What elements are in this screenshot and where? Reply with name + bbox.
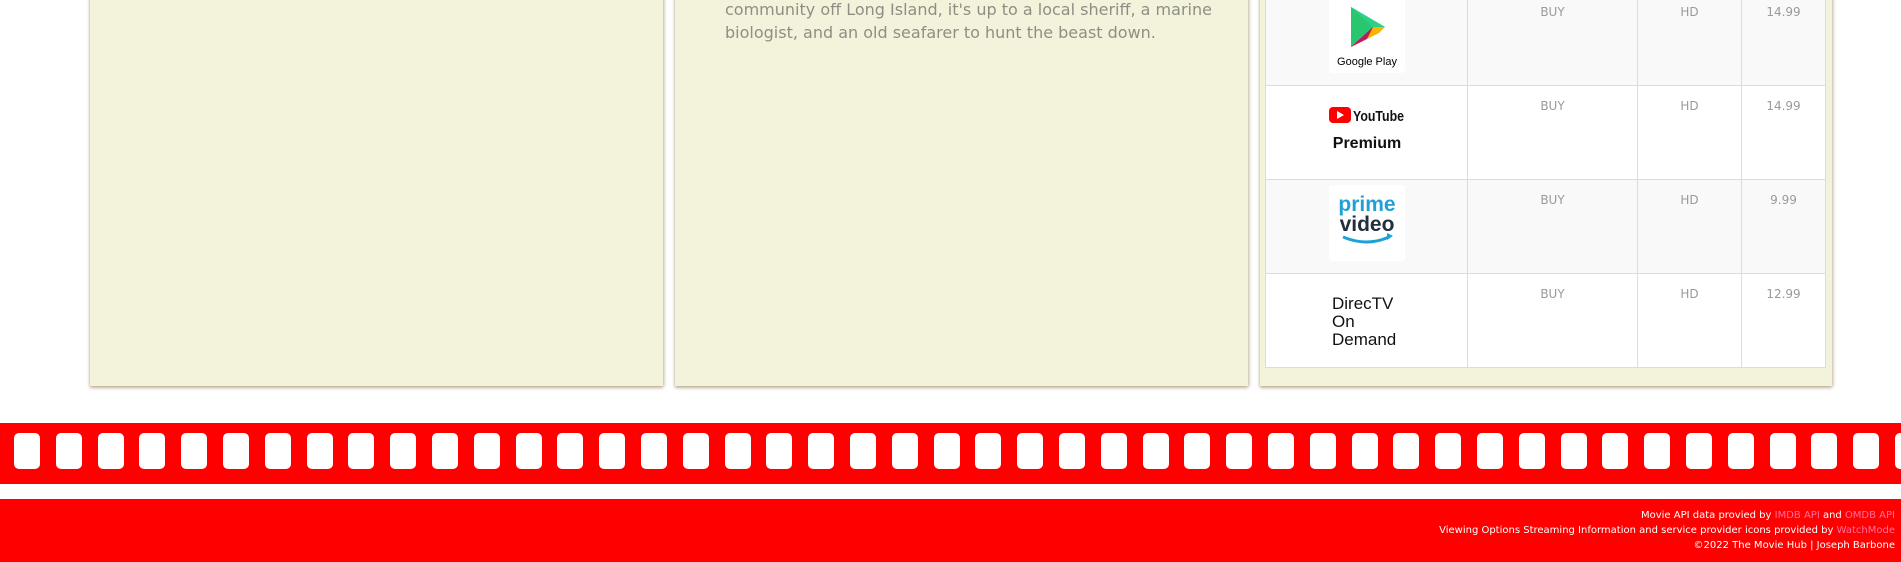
footer-watchmode-text: Viewing Options Streaming Information an… — [1439, 525, 1837, 536]
google-play-logo[interactable]: Google Play — [1328, 0, 1405, 73]
film-perforation — [1017, 433, 1043, 469]
film-perforation — [599, 433, 625, 469]
provider-quality: HD — [1637, 0, 1742, 86]
film-perforation — [557, 433, 583, 469]
footer-credits: Movie API data provied by IMDB API and O… — [1439, 508, 1895, 553]
directv-on-demand-logo[interactable]: DirecTV On Demand — [1266, 279, 1467, 349]
film-perforation — [725, 433, 751, 469]
film-perforation — [1310, 433, 1336, 469]
overview-panel: community off Long Island, it's up to a … — [675, 0, 1248, 386]
synopsis-line-2: biologist, and an old seafarer to hunt t… — [725, 23, 1156, 42]
film-perforation — [1644, 433, 1670, 469]
film-perforation — [1226, 433, 1252, 469]
film-perforation — [307, 433, 333, 469]
provider-type: BUY — [1467, 85, 1638, 180]
film-perforation — [98, 433, 124, 469]
film-perforation — [1352, 433, 1378, 469]
provider-logo-cell: prime video — [1265, 179, 1468, 274]
poster-panel — [90, 0, 663, 386]
film-perforation — [641, 433, 667, 469]
film-perforation — [1059, 433, 1085, 469]
film-perforation — [56, 433, 82, 469]
film-perforation — [1895, 433, 1901, 469]
film-perforation — [934, 433, 960, 469]
directv-line-3: Demand — [1332, 330, 1397, 349]
synopsis-line-1: community off Long Island, it's up to a … — [725, 0, 1212, 19]
video-label: video — [1339, 213, 1394, 236]
imdb-api-link[interactable]: IMDB API — [1775, 510, 1820, 521]
provider-quality: HD — [1637, 179, 1742, 274]
prime-video-logo[interactable]: prime video — [1328, 185, 1405, 261]
provider-price: 9.99 — [1741, 179, 1826, 274]
film-perforation — [1519, 433, 1545, 469]
directv-line-1: DirecTV — [1332, 294, 1394, 313]
youtube-premium-label: Premium — [1332, 135, 1400, 152]
footer-api-text: Movie API data provied by — [1640, 510, 1775, 521]
film-perforation — [1184, 433, 1210, 469]
film-perforation — [1101, 433, 1127, 469]
provider-price: 14.99 — [1741, 0, 1826, 86]
film-perforation — [892, 433, 918, 469]
provider-price: 12.99 — [1741, 273, 1826, 368]
film-strip-divider — [0, 423, 1901, 484]
directv-line-2: On — [1332, 312, 1355, 331]
provider-quality: HD — [1637, 273, 1742, 368]
provider-type: BUY — [1467, 179, 1638, 274]
provider-logo-cell: DirecTV On Demand — [1265, 273, 1468, 368]
film-perforation — [1602, 433, 1628, 469]
film-perforation — [1268, 433, 1294, 469]
film-perforation — [474, 433, 500, 469]
film-perforation — [139, 433, 165, 469]
film-perforation — [1561, 433, 1587, 469]
film-perforation — [1811, 433, 1837, 469]
film-perforation — [1728, 433, 1754, 469]
film-perforation — [766, 433, 792, 469]
site-footer: Movie API data provied by IMDB API and O… — [0, 499, 1901, 562]
film-perforation — [1853, 433, 1879, 469]
film-perforation — [432, 433, 458, 469]
movie-synopsis: community off Long Island, it's up to a … — [725, 0, 1215, 44]
film-perforation — [390, 433, 416, 469]
film-perforation — [1477, 433, 1503, 469]
film-perforation — [850, 433, 876, 469]
watchmode-link[interactable]: WatchMode — [1837, 525, 1895, 536]
viewing-options-table: Google Play BUY HD 14.99 YouTube Premium — [1265, 0, 1826, 368]
provider-type: BUY — [1467, 0, 1638, 86]
film-perforation — [1435, 433, 1461, 469]
google-play-label: Google Play — [1337, 56, 1397, 68]
film-perforation — [1686, 433, 1712, 469]
footer-api-credit: Movie API data provied by IMDB API and O… — [1439, 508, 1895, 523]
provider-logo-cell: Google Play — [1265, 0, 1468, 86]
provider-price: 14.99 — [1741, 85, 1826, 180]
footer-watchmode-credit: Viewing Options Streaming Information an… — [1439, 523, 1895, 538]
footer-copyright: ©2022 The Movie Hub | Joseph Barbone — [1693, 540, 1895, 551]
provider-row-directv[interactable]: DirecTV On Demand BUY HD 12.99 — [1265, 273, 1826, 368]
film-perforation — [223, 433, 249, 469]
provider-quality: HD — [1637, 85, 1742, 180]
provider-type: BUY — [1467, 273, 1638, 368]
provider-logo-cell: YouTube Premium — [1265, 85, 1468, 180]
provider-row-google-play[interactable]: Google Play BUY HD 14.99 — [1265, 0, 1826, 86]
film-perforation — [265, 433, 291, 469]
omdb-api-link[interactable]: OMDB API — [1845, 510, 1895, 521]
film-perforation — [14, 433, 40, 469]
film-perforation — [683, 433, 709, 469]
film-perforation — [1393, 433, 1419, 469]
provider-row-youtube-premium[interactable]: YouTube Premium BUY HD 14.99 — [1265, 85, 1826, 180]
viewing-options-panel: Google Play BUY HD 14.99 YouTube Premium — [1260, 0, 1832, 386]
film-perforation — [1770, 433, 1796, 469]
film-perforation — [181, 433, 207, 469]
youtube-premium-logo[interactable]: YouTube Premium — [1328, 91, 1405, 167]
provider-row-prime-video[interactable]: prime video BUY HD 9.99 — [1265, 179, 1826, 274]
film-perforation — [808, 433, 834, 469]
film-perforation — [348, 433, 374, 469]
film-perforation — [516, 433, 542, 469]
film-perforation — [975, 433, 1001, 469]
youtube-label: YouTube — [1353, 108, 1404, 125]
footer-and-text: and — [1819, 510, 1845, 521]
film-perforation — [1143, 433, 1169, 469]
